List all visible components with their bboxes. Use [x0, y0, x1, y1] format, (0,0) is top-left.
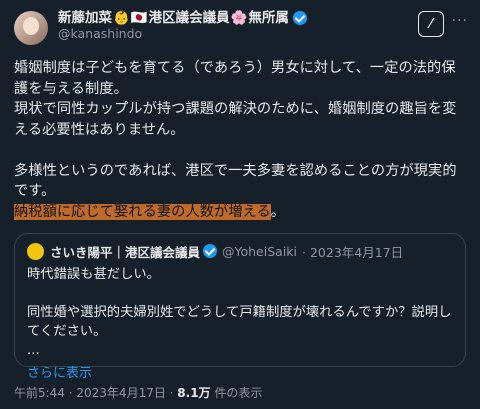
tweet-highlight: 納税額に応じて娶れる妻の人数が増える: [14, 203, 271, 220]
author-name[interactable]: 新藤加菜 👶 🇯🇵 港区議会議員 🌸 無所属: [58, 10, 308, 26]
tweet-header: 新藤加菜 👶 🇯🇵 港区議会議員 🌸 無所属 @kanashindo: [14, 10, 466, 48]
quote-text: 時代錯誤も甚だしい。 同性婚や選択的夫婦別姓でどうして戸籍制度が壊れるんですか？…: [27, 265, 453, 360]
more-icon[interactable]: ···: [452, 13, 468, 29]
author-name-text: 新藤加菜: [58, 10, 112, 26]
tweet-timestamp[interactable]: 午前5:44 · 2023年4月17日 ·: [14, 386, 177, 400]
author-name-suffix: 港区議会議員: [148, 10, 230, 26]
quote-line-1: 時代錯誤も甚だしい。: [27, 267, 160, 282]
face-emoji-icon: 👶: [113, 10, 130, 26]
tweet-meta: 午前5:44 · 2023年4月17日 · 8.1万 件の表示: [14, 384, 262, 401]
tweet-line-2: 現状で同性カップルが持つ課題の解決のために、婚姻制度の趣旨を変える必要性はありま…: [14, 101, 457, 138]
tweet: 新藤加菜 👶 🇯🇵 港区議会議員 🌸 無所属 @kanashindo ⁄ ···…: [0, 0, 480, 409]
quote-avatar: [27, 242, 44, 260]
tweet-line-3: 多様性というのであれば、港区で一夫多妻を認めることの方が現実的です。: [14, 162, 457, 200]
japan-flag-icon: 🇯🇵: [130, 10, 148, 26]
tweet-text: 婚姻制度は子どもを育てる（であろう）男女に対して、一定の法的保護を与える制度。 …: [14, 58, 466, 222]
view-count: 8.1万: [177, 386, 211, 400]
quote-verified-icon: [203, 244, 218, 258]
grok-icon[interactable]: ⁄: [418, 11, 444, 37]
flower-emoji-icon: 🌸: [230, 10, 248, 26]
views-label: 件の表示: [210, 386, 263, 400]
quote-line-2: 同性婚や選択的夫婦別姓でどうして戸籍制度が壊れるんですか？説明してください。: [27, 305, 452, 339]
avatar[interactable]: [14, 11, 48, 45]
quote-date: · 2023年4月17日: [302, 244, 404, 260]
verified-icon: [292, 11, 307, 25]
author-name-suffix2: 無所属: [248, 10, 289, 26]
quote-header: さいき陽平｜港区議会議員 @YoheiSaiki · 2023年4月17日: [27, 242, 453, 260]
quoted-tweet[interactable]: さいき陽平｜港区議会議員 @YoheiSaiki · 2023年4月17日 時代…: [14, 233, 466, 381]
quote-handle: @YoheiSaiki: [222, 243, 298, 259]
quote-author-name: さいき陽平｜港区議会議員: [50, 244, 201, 260]
show-more-link[interactable]: さらに表示: [27, 362, 453, 381]
quote-ellipsis: ...: [27, 343, 40, 358]
author-handle[interactable]: @kanashindo: [58, 26, 308, 42]
author-names: 新藤加菜 👶 🇯🇵 港区議会議員 🌸 無所属 @kanashindo: [58, 10, 308, 42]
tweet-line-1: 婚姻制度は子どもを育てる（であろう）男女に対して、一定の法的保護を与える制度。: [14, 60, 456, 97]
tweet-highlight-end: 。: [270, 203, 286, 220]
